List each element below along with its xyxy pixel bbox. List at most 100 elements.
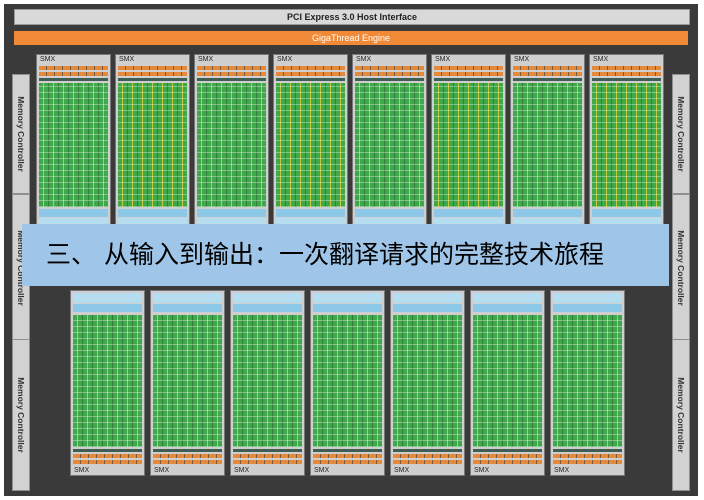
smx-core-strip [553, 454, 622, 458]
smx-dark-strip [553, 449, 622, 452]
smx-dark-strip [355, 78, 424, 81]
smx-label: SMX [435, 56, 451, 63]
smx-core-strip [276, 72, 345, 76]
smx-dark-strip [313, 449, 382, 452]
smx-core-strip [553, 460, 622, 464]
smx-label: SMX [514, 56, 530, 63]
smx-core-strip [355, 72, 424, 76]
smx-dark-strip [118, 78, 187, 81]
smx-core-strip [313, 454, 382, 458]
smx-core-strip [434, 66, 503, 70]
smx-cache [355, 209, 424, 217]
smx-label: SMX [593, 56, 609, 63]
caption-text: 三、 从输入到输出：一次翻译请求的完整技术旅程 [46, 240, 604, 269]
smx-dark-strip [393, 449, 462, 452]
smx-block: SMX [352, 54, 427, 232]
smx-grid [276, 83, 345, 207]
smx-label: SMX [119, 56, 135, 63]
smx-core-strip [592, 72, 661, 76]
smx-cache [393, 304, 462, 312]
smx-core-strip [313, 460, 382, 464]
smx-block: SMX [390, 290, 465, 476]
smx-grid [313, 315, 382, 447]
smx-cache [473, 304, 542, 312]
smx-block: SMX [550, 290, 625, 476]
smx-grid [197, 83, 266, 207]
smx-cache [153, 304, 222, 312]
smx-block: SMX [273, 54, 348, 232]
smx-dark-strip [592, 78, 661, 81]
smx-dark-strip [473, 449, 542, 452]
smx-label: SMX [356, 56, 372, 63]
smx-block: SMX [36, 54, 111, 232]
smx-block: SMX [70, 290, 145, 476]
smx-label: SMX [154, 467, 170, 474]
smx-core-strip [197, 72, 266, 76]
smx-cache [233, 304, 302, 312]
smx-label: SMX [394, 467, 410, 474]
smx-core-strip [355, 66, 424, 70]
smx-label: SMX [474, 467, 490, 474]
smx-grid [513, 83, 582, 207]
smx-core-strip [197, 66, 266, 70]
memory-controller-right-3: Memory Controller [672, 339, 690, 491]
smx-grid [153, 315, 222, 447]
smx-core-strip [393, 460, 462, 464]
smx-block: SMX [194, 54, 269, 232]
smx-core-strip [153, 454, 222, 458]
smx-core-strip [233, 460, 302, 464]
smx-cache2 [473, 293, 542, 303]
smx-cache [197, 209, 266, 217]
smx-dark-strip [153, 449, 222, 452]
smx-cache2 [73, 293, 142, 303]
smx-block: SMX [230, 290, 305, 476]
smx-core-strip [73, 460, 142, 464]
smx-cache [513, 209, 582, 217]
smx-grid [39, 83, 108, 207]
smx-core-strip [118, 66, 187, 70]
smx-cache [73, 304, 142, 312]
smx-cache2 [153, 293, 222, 303]
smx-core-strip [592, 66, 661, 70]
smx-grid [355, 83, 424, 207]
smx-cache [39, 209, 108, 217]
smx-core-strip [153, 460, 222, 464]
smx-cache [592, 209, 661, 217]
memory-controller-left-1: Memory Controller [12, 74, 30, 194]
memory-controller-right-2: Memory Controller [672, 194, 690, 341]
smx-core-strip [39, 72, 108, 76]
smx-core-strip [118, 72, 187, 76]
smx-dark-strip [434, 78, 503, 81]
smx-core-strip [39, 66, 108, 70]
smx-grid [553, 315, 622, 447]
smx-core-strip [393, 454, 462, 458]
memory-controller-left-3: Memory Controller [12, 339, 30, 491]
smx-block: SMX [310, 290, 385, 476]
smx-core-strip [233, 454, 302, 458]
smx-grid [118, 83, 187, 207]
smx-cache [276, 209, 345, 217]
smx-core-strip [473, 460, 542, 464]
smx-block: SMX [431, 54, 506, 232]
smx-cache2 [313, 293, 382, 303]
smx-cache [313, 304, 382, 312]
smx-cache [553, 304, 622, 312]
smx-block: SMX [115, 54, 190, 232]
smx-grid [473, 315, 542, 447]
smx-core-strip [276, 66, 345, 70]
pcie-host-interface: PCI Express 3.0 Host Interface [14, 9, 690, 25]
gigathread-engine: GigaThread Engine [14, 31, 688, 45]
memory-controller-right-1: Memory Controller [672, 74, 690, 194]
smx-dark-strip [233, 449, 302, 452]
smx-cache [118, 209, 187, 217]
smx-grid [592, 83, 661, 207]
smx-dark-strip [73, 449, 142, 452]
smx-label: SMX [198, 56, 214, 63]
smx-block: SMX [589, 54, 664, 232]
smx-cache2 [553, 293, 622, 303]
smx-grid [233, 315, 302, 447]
smx-grid [393, 315, 462, 447]
smx-dark-strip [197, 78, 266, 81]
smx-label: SMX [554, 467, 570, 474]
smx-block: SMX [510, 54, 585, 232]
